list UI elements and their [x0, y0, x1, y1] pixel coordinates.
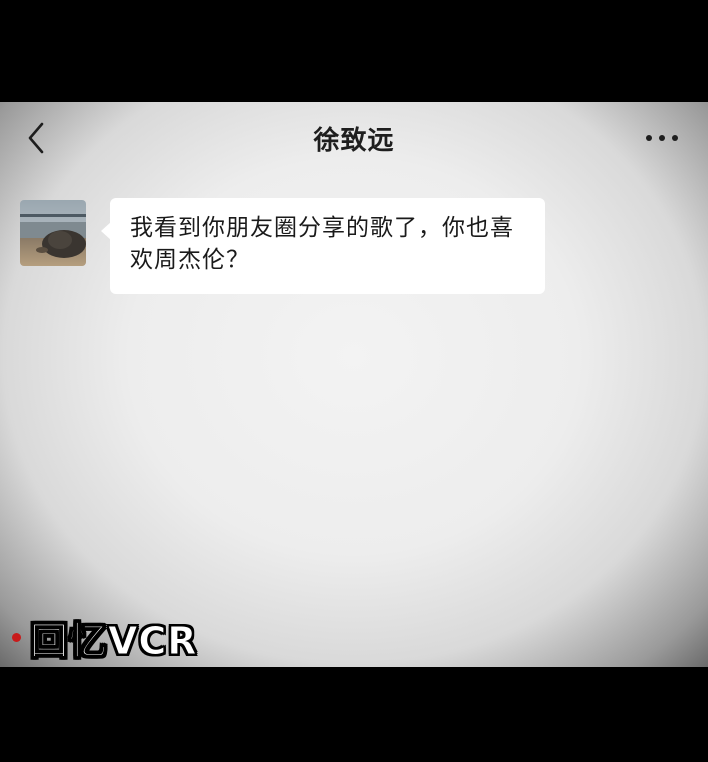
nav-bar: 徐致远: [0, 102, 708, 174]
avatar[interactable]: [20, 200, 86, 266]
more-dots-icon: [646, 135, 652, 141]
more-dots-icon: [659, 135, 665, 141]
chat-title: 徐致远: [313, 126, 395, 156]
avatar-photo: [20, 200, 86, 266]
chat-screen: 徐致远 我看到你朋友圈分享的歌了，你也喜欢周杰伦？ 回忆VCR: [0, 102, 708, 667]
more-dots-icon: [672, 135, 678, 141]
message-text: 我看到你朋友圈分享的歌了，你也喜欢周杰伦？: [130, 215, 514, 273]
more-button[interactable]: [640, 126, 684, 150]
letterbox-top: [0, 0, 708, 102]
memory-vcr-label: 回忆VCR: [30, 619, 198, 664]
message-bubble[interactable]: 我看到你朋友圈分享的歌了，你也喜欢周杰伦？: [101, 198, 545, 294]
letterbox-bottom: [0, 667, 708, 762]
recording-dot: [12, 633, 21, 642]
